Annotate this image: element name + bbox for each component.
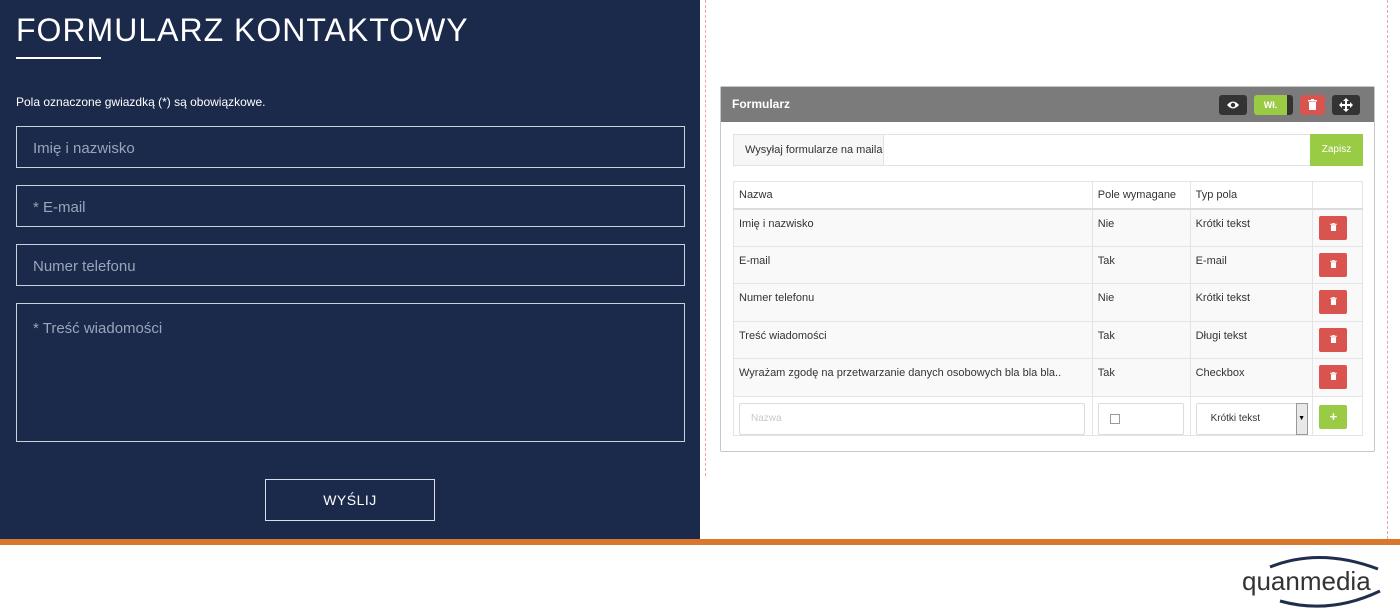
column-header-required: Pole wymagane	[1091, 181, 1191, 210]
new-actions-cell: +	[1312, 395, 1363, 436]
phone-field-placeholder: Numer telefonu	[33, 258, 136, 275]
form-admin-panel: Formularz Wł. Wysyłaj formularze na mail…	[720, 86, 1375, 452]
email-field[interactable]: * E-mail	[16, 185, 685, 227]
delete-row-button[interactable]	[1319, 252, 1348, 277]
page: FORMULARZ KONTAKTOWY Pola oznaczone gwia…	[0, 0, 1400, 616]
cell-required: Tak	[1091, 245, 1191, 284]
table-row: E-mail Tak E-mail	[733, 245, 1363, 284]
new-name-cell: Nazwa	[733, 395, 1093, 436]
cell-actions	[1312, 208, 1363, 247]
panel-header: Formularz Wł.	[721, 87, 1374, 122]
enable-toggle-handle[interactable]	[1287, 95, 1293, 115]
enable-toggle-label: Wł.	[1263, 100, 1278, 110]
footer-accent-bar	[0, 539, 1400, 545]
table-header-row: Nazwa Pole wymagane Typ pola	[733, 181, 1363, 210]
fields-table: Nazwa Pole wymagane Typ pola Imię i nazw…	[733, 181, 1363, 436]
required-note: Pola oznaczone gwiazdką (*) są obowiązko…	[16, 95, 266, 109]
new-required-cell	[1091, 395, 1191, 436]
cell-type: Krótki tekst	[1189, 208, 1314, 247]
email-settings-label: Wysyłaj formularze na maila	[734, 135, 884, 165]
send-button[interactable]: WYŚLIJ	[265, 479, 435, 521]
message-textarea[interactable]: * Treść wiadomości	[16, 303, 685, 442]
message-textarea-placeholder: * Treść wiadomości	[33, 320, 163, 337]
save-button[interactable]: Zapisz	[1310, 134, 1363, 166]
cell-name: Numer telefonu	[733, 283, 1093, 322]
cell-required: Nie	[1091, 208, 1191, 247]
trash-icon	[1330, 222, 1337, 231]
field-type-selected: Krótki tekst	[1210, 412, 1261, 424]
cell-type: Długi tekst	[1189, 320, 1314, 359]
trash-icon	[1330, 372, 1337, 380]
preview-button[interactable]	[1219, 95, 1247, 115]
column-header-type: Typ pola	[1189, 181, 1314, 210]
phone-field[interactable]: Numer telefonu	[16, 244, 685, 286]
delete-row-button[interactable]	[1319, 215, 1348, 240]
form-title: FORMULARZ KONTAKTOWY	[16, 12, 469, 48]
move-handle[interactable]	[1332, 95, 1360, 115]
cell-name: Wyrażam zgodę na przetwarzanie danych os…	[733, 358, 1093, 397]
email-field-placeholder: * E-mail	[33, 199, 86, 216]
divider-dashed-right	[1387, 0, 1388, 539]
email-settings-input[interactable]	[885, 135, 1312, 165]
logo-text: quanmedia	[1242, 566, 1371, 596]
cell-actions	[1312, 245, 1363, 284]
delete-row-button[interactable]	[1319, 327, 1348, 352]
cell-required: Tak	[1091, 320, 1191, 359]
cell-name: Treść wiadomości	[733, 320, 1093, 359]
email-settings-row: Wysyłaj formularze na maila Zapisz	[733, 134, 1363, 166]
table-row: Numer telefonu Nie Krótki tekst	[733, 283, 1363, 322]
contact-form-section: FORMULARZ KONTAKTOWY Pola oznaczone gwia…	[0, 0, 700, 539]
eye-icon	[1227, 101, 1239, 109]
required-checkbox[interactable]	[1109, 413, 1120, 424]
quanmedia-logo: quanmedia	[1242, 555, 1381, 608]
title-underline	[16, 57, 101, 59]
cell-type: Checkbox	[1189, 358, 1314, 397]
trash-icon	[1330, 297, 1337, 305]
cell-actions	[1312, 283, 1363, 322]
cell-required: Nie	[1091, 283, 1191, 322]
cell-name: E-mail	[733, 245, 1093, 284]
column-header-actions	[1312, 181, 1363, 210]
table-row: Treść wiadomości Tak Długi tekst	[733, 320, 1363, 359]
plus-icon: +	[1329, 408, 1338, 424]
new-field-row: Nazwa Krótki tekst ▼ +	[733, 395, 1363, 436]
table-row: Imię i nazwisko Nie Krótki tekst	[733, 208, 1363, 247]
trash-icon	[1330, 334, 1337, 343]
delete-row-button[interactable]	[1319, 290, 1348, 314]
name-field-placeholder: Imię i nazwisko	[33, 140, 135, 157]
field-type-select[interactable]: Krótki tekst ▼	[1195, 402, 1308, 435]
new-type-cell: Krótki tekst ▼	[1189, 395, 1314, 436]
cell-actions	[1312, 320, 1363, 359]
new-field-name-input[interactable]: Nazwa	[739, 402, 1085, 435]
cell-required: Tak	[1091, 358, 1191, 397]
panel-title: Formularz	[732, 97, 791, 111]
table-row: Wyrażam zgodę na przetwarzanie danych os…	[733, 358, 1363, 397]
delete-form-button[interactable]	[1300, 95, 1325, 115]
cell-actions	[1312, 358, 1363, 397]
chevron-down-icon: ▼	[1295, 402, 1308, 435]
move-icon	[1339, 98, 1353, 112]
cell-type: E-mail	[1189, 245, 1314, 284]
delete-row-button[interactable]	[1319, 365, 1348, 389]
cell-type: Krótki tekst	[1189, 283, 1314, 322]
name-field[interactable]: Imię i nazwisko	[16, 126, 685, 168]
cell-name: Imię i nazwisko	[733, 208, 1093, 247]
new-field-required-wrap	[1097, 402, 1184, 435]
add-field-button[interactable]: +	[1319, 404, 1348, 429]
trash-icon	[1330, 259, 1337, 268]
column-header-name: Nazwa	[733, 181, 1093, 210]
trash-icon	[1308, 99, 1317, 110]
divider-dashed-left	[705, 0, 706, 476]
